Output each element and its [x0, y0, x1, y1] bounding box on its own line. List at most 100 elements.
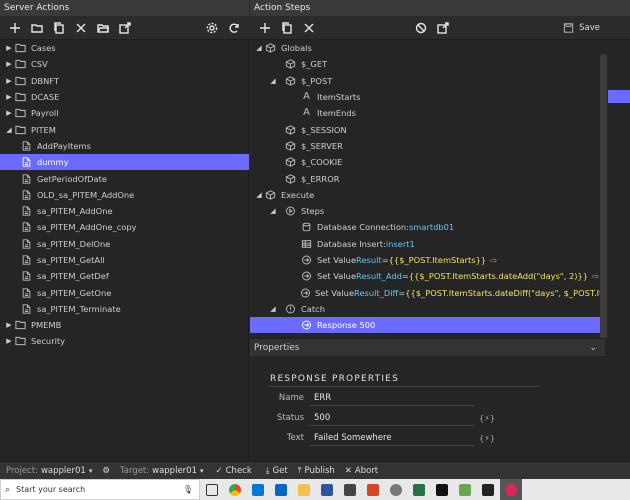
step-get[interactable]: $_GET [250, 56, 600, 72]
tree-file[interactable]: sa_PITEM_Terminate [0, 301, 249, 317]
chevron-down-icon[interactable]: ⌄ [589, 339, 597, 357]
powerpoint-icon[interactable] [362, 479, 384, 500]
step-steps[interactable]: ◢ Steps [250, 203, 600, 219]
step-db-insert[interactable]: Database Insert: insert1 [250, 236, 600, 252]
step-post[interactable]: ◢ $_POST [250, 73, 600, 89]
copy-icon[interactable] [48, 18, 70, 38]
tree-file[interactable]: AddPayItems [0, 138, 249, 154]
caret-right-icon[interactable]: ▶ [4, 105, 14, 121]
data-bindings-icon[interactable]: {⚡} [479, 432, 495, 444]
delete-step-icon[interactable] [298, 18, 320, 38]
step-set-value-result-diff[interactable]: Set Value Result_Diff = {{$_POST.ItemSta… [250, 284, 600, 300]
step-equals: = [398, 287, 406, 298]
tree-folder[interactable]: ▶ Security [0, 333, 249, 349]
step-execute[interactable]: ◢ Execute [250, 187, 600, 203]
step-response-500[interactable]: Response 500 [250, 317, 600, 334]
settings-gear[interactable]: ⚙ [102, 466, 110, 476]
step-item-ends[interactable]: A ItemEnds [250, 105, 600, 121]
refresh-icon[interactable] [223, 18, 245, 38]
add-icon[interactable] [4, 18, 26, 38]
check-button[interactable]: ✓ Check [216, 466, 252, 476]
tree-file[interactable]: sa_PITEM_DelOne [0, 236, 249, 252]
project-selector[interactable]: Project: wappler01 ▾ [6, 466, 92, 476]
taskbar-search[interactable]: ⌕ Start your search 🎙 [0, 479, 200, 500]
terminal-icon[interactable] [431, 479, 453, 500]
steps-scrollbar[interactable] [600, 54, 607, 339]
open-folder-icon[interactable] [92, 18, 114, 38]
tree-file[interactable]: GetPeriodOfDate [0, 170, 249, 186]
step-value: insert1 [385, 238, 415, 249]
tree-folder[interactable]: ▶ CSV [0, 56, 249, 72]
tree-file[interactable]: sa_PITEM_GetAll [0, 252, 249, 268]
caret-down-icon[interactable]: ◢ [268, 203, 278, 219]
save-button[interactable]: Save [562, 22, 600, 33]
caret-right-icon[interactable]: ▶ [4, 317, 14, 333]
status-field[interactable]: 500 [310, 411, 475, 426]
caret-right-icon[interactable]: ▶ [4, 333, 14, 349]
disable-icon[interactable] [410, 18, 432, 38]
publish-button[interactable]: ⤒ Publish [298, 466, 335, 476]
step-set-value-result[interactable]: Set Value Result = {{$_POST.ItemStarts}}… [250, 252, 600, 268]
word-icon[interactable] [316, 479, 338, 500]
export-step-icon[interactable] [432, 18, 454, 38]
step-item-starts[interactable]: A ItemStarts [250, 89, 600, 105]
tree-folder[interactable]: ◢ PITEM [0, 121, 249, 137]
game-icon[interactable] [454, 479, 476, 500]
step-cookie[interactable]: $_COOKIE [250, 154, 600, 170]
chrome-icon[interactable] [224, 479, 246, 500]
text-field-icon: A [303, 107, 310, 119]
wappler-icon[interactable] [500, 479, 522, 500]
tree-folder[interactable]: ▶ DBNFT [0, 73, 249, 89]
caret-down-icon[interactable]: ◢ [254, 40, 264, 56]
step-db-connection[interactable]: Database Connection: smartdb01 [250, 219, 600, 235]
cube-icon [284, 140, 297, 151]
tree-folder[interactable]: ▶ PMEMB [0, 317, 249, 333]
caret-down-icon[interactable]: ◢ [268, 301, 278, 317]
data-bindings-icon[interactable]: {⚡} [479, 412, 495, 424]
name-field[interactable]: ERR [310, 391, 475, 406]
copy-step-icon[interactable] [276, 18, 298, 38]
gear-icon[interactable] [201, 18, 223, 38]
explorer-icon[interactable] [293, 479, 315, 500]
tree-folder[interactable]: ▶ DCASE [0, 89, 249, 105]
properties-header[interactable]: Properties ⌄ [250, 338, 605, 356]
new-folder-icon[interactable] [26, 18, 48, 38]
target-selector[interactable]: Target: wappler01 ▾ [120, 466, 204, 476]
delete-icon[interactable] [70, 18, 92, 38]
step-equals: = [381, 255, 389, 265]
tree-file[interactable]: sa_PITEM_AddOne_copy [0, 219, 249, 235]
tree-folder[interactable]: ▶ Payroll [0, 105, 249, 121]
tree-file[interactable]: sa_PITEM_GetOne [0, 284, 249, 300]
tree-file[interactable]: sa_PITEM_AddOne [0, 203, 249, 219]
caret-right-icon[interactable]: ▶ [4, 89, 14, 105]
step-globals[interactable]: ◢ Globals [250, 40, 600, 56]
step-session[interactable]: $_SESSION [250, 121, 600, 137]
tree-file[interactable]: dummy [0, 154, 249, 171]
excel-icon[interactable] [408, 479, 430, 500]
mail-icon[interactable] [270, 479, 292, 500]
abort-button[interactable]: ✕ Abort [345, 466, 378, 476]
tree-file[interactable]: OLD_sa_PITEM_AddOne [0, 187, 249, 203]
caret-right-icon[interactable]: ▶ [4, 73, 14, 89]
caret-down-icon[interactable]: ◢ [254, 187, 264, 203]
step-server[interactable]: $_SERVER [250, 138, 600, 154]
add-step-icon[interactable] [254, 18, 276, 38]
caret-right-icon[interactable]: ▶ [4, 56, 14, 72]
tree-folder[interactable]: ▶ Cases [0, 40, 249, 56]
caret-down-icon[interactable]: ◢ [4, 122, 14, 138]
app-icon[interactable] [477, 479, 499, 500]
export-icon[interactable] [114, 18, 136, 38]
step-label: $_SERVER [301, 140, 343, 151]
task-view-icon[interactable] [201, 479, 223, 500]
tree-file[interactable]: sa_PITEM_GetDef [0, 268, 249, 284]
caret-down-icon[interactable]: ◢ [268, 73, 278, 89]
step-set-value-result-add[interactable]: Set Value Result_Add = {{$_POST.ItemStar… [250, 268, 600, 284]
step-catch[interactable]: ◢ Catch [250, 301, 600, 317]
media-icon[interactable] [385, 479, 407, 500]
text-field[interactable]: Failed Somewhere [310, 431, 475, 446]
caret-right-icon[interactable]: ▶ [4, 40, 14, 56]
get-button[interactable]: ⤓ Get [266, 466, 288, 476]
store-icon[interactable] [247, 479, 269, 500]
step-error[interactable]: $_ERROR [250, 170, 600, 186]
calculator-icon[interactable] [339, 479, 361, 500]
